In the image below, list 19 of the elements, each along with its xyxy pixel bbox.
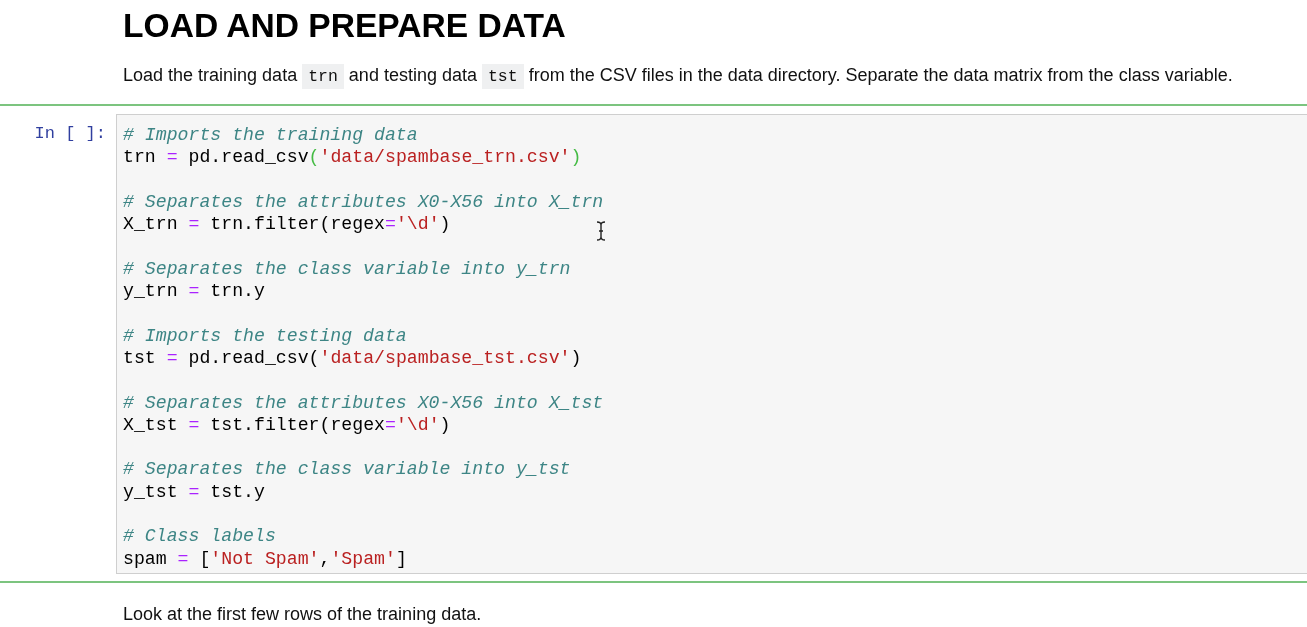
code-line: X_tst = tst.filter(regex='\d') bbox=[123, 413, 451, 437]
code-comment-line: # Separates the class variable into y_tst bbox=[123, 458, 571, 481]
code-comment-line: # Separates the attributes X0-X56 into X_tst bbox=[123, 391, 604, 414]
code-comment-line: # Separates the attributes X0-X56 into X_trn bbox=[123, 190, 604, 214]
code-line: tst = pd.read_csv('data/spambase_tst.csv') bbox=[123, 346, 582, 370]
input-prompt: In [ ]: bbox=[34, 124, 106, 143]
code-line: trn = pd.read_csv('data/spambase_trn.csv') bbox=[123, 146, 582, 169]
code-comment-line: # Class labels bbox=[123, 525, 276, 548]
body-text: Look at the first few rows of the training data. bbox=[123, 603, 482, 626]
code-comment-line: # Imports the training data bbox=[123, 124, 418, 147]
code-line: X_trn = trn.filter(regex='\d') bbox=[123, 213, 451, 236]
code-line: y_trn = trn.y bbox=[123, 280, 265, 303]
code-comment-line: # Imports the testing data bbox=[123, 324, 407, 347]
text-cursor-icon bbox=[596, 221, 606, 241]
section-heading: LOAD AND PREPARE DATA bbox=[123, 7, 566, 45]
intro-paragraph: Load the training data trn and testing data tst from the CSV files in the data directory. Separate the data matrix from the class variable. bbox=[123, 62, 1233, 90]
code-comment-line: # Separates the class variable into y_trn bbox=[123, 257, 571, 281]
code-line: spam = ['Not Spam','Spam'] bbox=[123, 547, 407, 570]
code-line: y_tst = tst.y bbox=[123, 480, 265, 504]
